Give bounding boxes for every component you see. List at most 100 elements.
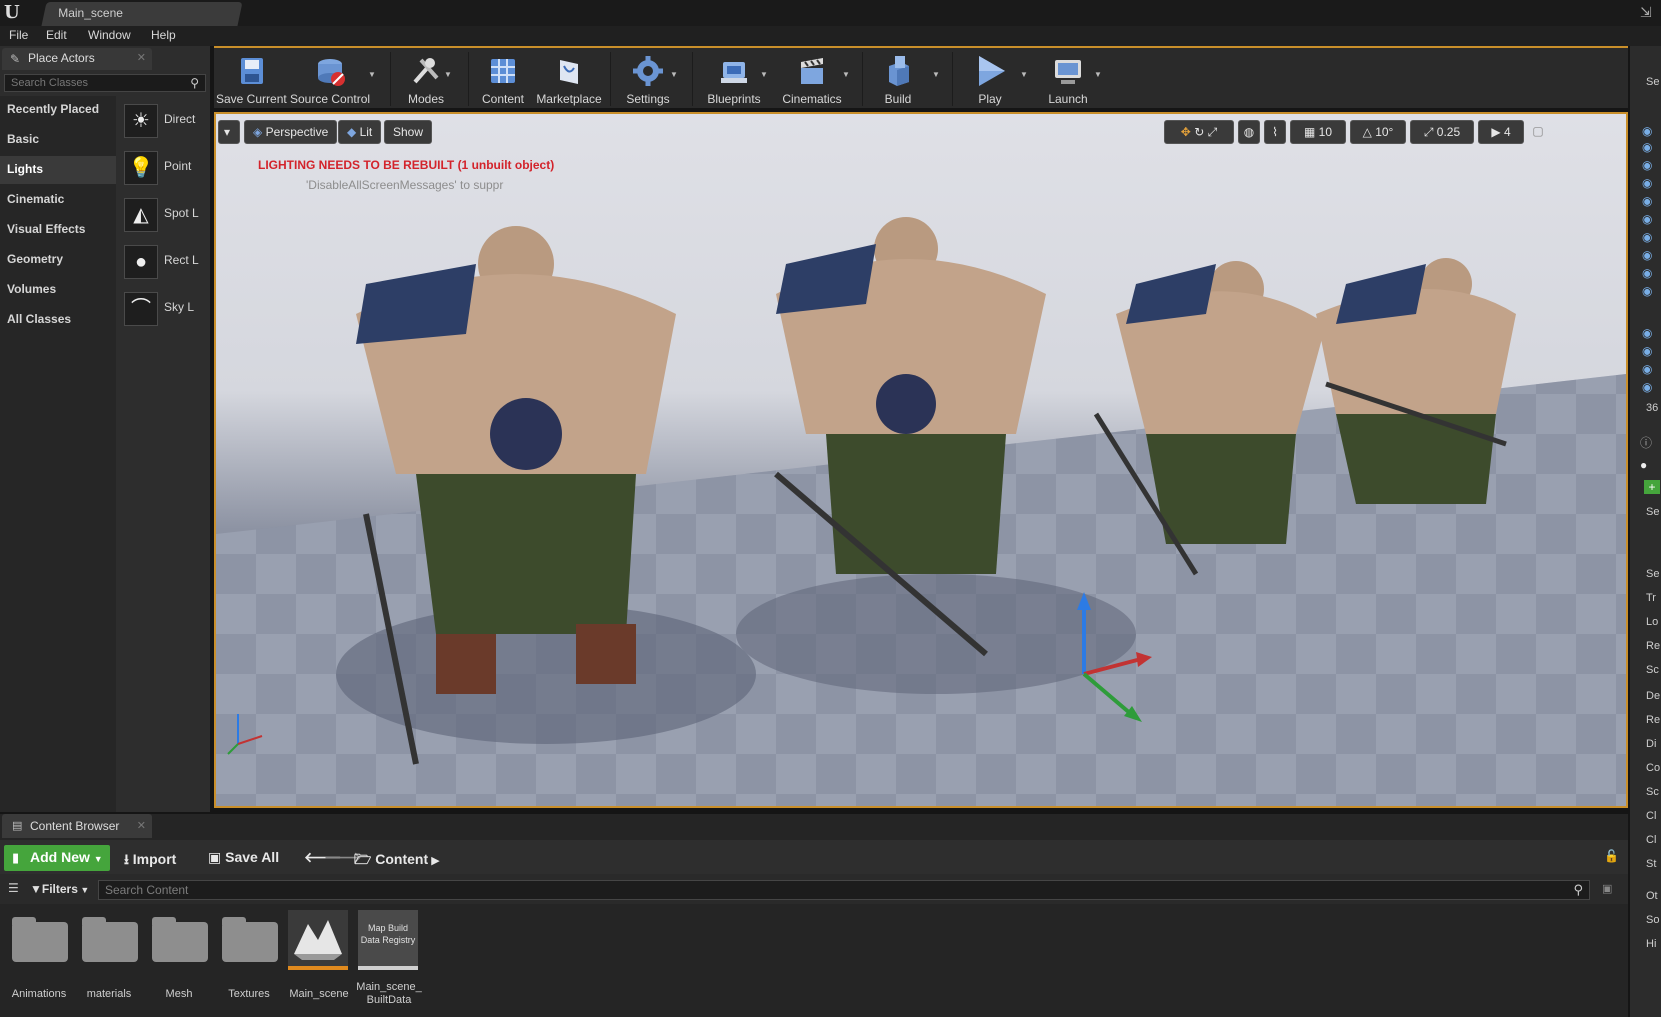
chevron-down-icon[interactable]: ▼: [842, 70, 850, 79]
visibility-eye-icon[interactable]: ◉: [1642, 362, 1652, 376]
asset-folder[interactable]: Textures: [216, 908, 282, 1008]
translate-icon[interactable]: ✥: [1181, 125, 1191, 139]
search-icon[interactable]: ⚲: [1573, 882, 1583, 898]
sources-toggle-icon[interactable]: ☰: [8, 881, 19, 895]
visibility-eye-icon[interactable]: ◉: [1642, 380, 1652, 394]
asset-folder[interactable]: materials: [76, 908, 142, 1008]
level-viewport[interactable]: ▾ ◈ Perspective ◆ Lit Show LIGHTING NEED…: [214, 112, 1628, 808]
place-actors-tab[interactable]: ✎ Place Actors ✕: [2, 48, 152, 70]
close-icon[interactable]: ✕: [137, 51, 146, 64]
details-tab-icon[interactable]: ⓘ: [1640, 434, 1652, 451]
scale-snap-control[interactable]: ⤢ 0.25: [1410, 120, 1474, 144]
close-icon[interactable]: ✕: [137, 819, 146, 832]
actor-rect-light[interactable]: ● Rect L: [124, 243, 208, 283]
visibility-eye-icon[interactable]: ◉: [1642, 284, 1652, 298]
search-icon[interactable]: ⚲: [190, 76, 199, 90]
actor-spot-light[interactable]: ◭ Spot L: [124, 196, 208, 236]
visibility-eye-icon[interactable]: ◉: [1642, 266, 1652, 280]
details-search-stub[interactable]: Se: [1646, 568, 1661, 580]
category-volumes[interactable]: Volumes: [0, 276, 116, 304]
visibility-eye-icon[interactable]: ◉: [1642, 194, 1652, 208]
save-search-icon[interactable]: ▣: [1602, 882, 1612, 895]
build-button[interactable]: Build: [870, 50, 926, 108]
chevron-down-icon[interactable]: ▼: [1020, 70, 1028, 79]
category-lights[interactable]: Lights: [0, 156, 116, 184]
maximize-viewport-icon[interactable]: ▢: [1530, 120, 1546, 144]
world-local-toggle[interactable]: ◍: [1238, 120, 1260, 144]
save-current-button[interactable]: Save Current: [216, 50, 287, 108]
rotation-snap-control[interactable]: △ 10°: [1350, 120, 1406, 144]
category-all-classes[interactable]: All Classes: [0, 306, 116, 334]
menu-file[interactable]: File: [9, 28, 28, 42]
asset-folder[interactable]: Animations: [6, 908, 72, 1008]
asset-build-data[interactable]: Map Build Data Registry Main_scene_ Buil…: [356, 908, 422, 1008]
visibility-eye-icon[interactable]: ◉: [1642, 124, 1652, 138]
launch-button[interactable]: Launch: [1036, 50, 1100, 108]
visibility-eye-icon[interactable]: ◉: [1642, 158, 1652, 172]
rotate-icon[interactable]: ↻: [1194, 125, 1204, 139]
settings-button[interactable]: Settings: [618, 50, 678, 108]
show-button[interactable]: Show: [384, 120, 433, 144]
menu-help[interactable]: Help: [151, 28, 176, 42]
actor-directional-light[interactable]: ☀ Direct: [124, 102, 208, 142]
chevron-down-icon[interactable]: ▼: [444, 70, 452, 79]
unreal-logo-icon[interactable]: U: [4, 2, 26, 24]
chevron-down-icon[interactable]: ▼: [368, 70, 376, 79]
viewport-options-button[interactable]: ▾: [218, 120, 240, 144]
content-button[interactable]: Content: [476, 50, 530, 108]
surface-snap-toggle[interactable]: ⌇: [1264, 120, 1286, 144]
asset-folder[interactable]: Mesh: [146, 908, 212, 1008]
visibility-eye-icon[interactable]: ◉: [1642, 176, 1652, 190]
category-visual-effects[interactable]: Visual Effects: [0, 216, 116, 244]
category-geometry[interactable]: Geometry: [0, 246, 116, 274]
import-button[interactable]: ⭳ Import: [124, 849, 176, 873]
blueprints-button[interactable]: Blueprints: [702, 50, 766, 108]
visibility-eye-icon[interactable]: ◉: [1642, 344, 1652, 358]
section-stub[interactable]: Tr: [1646, 592, 1661, 604]
chevron-down-icon[interactable]: ▼: [760, 70, 768, 79]
category-recently-placed[interactable]: Recently Placed: [0, 96, 116, 124]
section-stub[interactable]: Ot: [1646, 890, 1661, 902]
section-stub[interactable]: De: [1646, 690, 1661, 702]
outliner-search-stub[interactable]: Se: [1646, 76, 1661, 88]
perspective-button[interactable]: ◈ Perspective: [244, 120, 338, 144]
search-classes-input[interactable]: Search Classes ⚲: [4, 74, 206, 92]
category-basic[interactable]: Basic: [0, 126, 116, 154]
cinematics-button[interactable]: Cinematics: [780, 50, 844, 108]
chevron-down-icon[interactable]: ▼: [1094, 70, 1102, 79]
content-browser-tab[interactable]: ▤ Content Browser ✕: [2, 814, 152, 838]
camera-speed-control[interactable]: ▶ 4: [1478, 120, 1524, 144]
visibility-eye-icon[interactable]: ◉: [1642, 326, 1652, 340]
transform-mode-group[interactable]: ✥ ↻ ⤢: [1164, 120, 1234, 144]
grid-snap-control[interactable]: ▦ 10: [1290, 120, 1346, 144]
search-content-input[interactable]: Search Content ⚲: [98, 880, 1590, 900]
viewport-scene[interactable]: [216, 114, 1626, 806]
add-new-button[interactable]: ▮ Add New ▼: [4, 845, 110, 871]
filters-button[interactable]: ▼Filters ▼: [30, 882, 89, 896]
chevron-down-icon[interactable]: ▼: [670, 70, 678, 79]
source-control-button[interactable]: Source Control: [290, 50, 370, 108]
lock-icon[interactable]: 🔓: [1604, 849, 1619, 863]
visibility-eye-icon[interactable]: ◉: [1642, 140, 1652, 154]
add-component-icon[interactable]: +: [1644, 480, 1660, 494]
marketplace-button[interactable]: Marketplace: [532, 50, 606, 108]
actor-point-light[interactable]: 💡 Point: [124, 149, 208, 189]
chevron-down-icon[interactable]: ▼: [932, 70, 940, 79]
window-options-icon[interactable]: ⇲: [1640, 4, 1658, 22]
menu-edit[interactable]: Edit: [46, 28, 67, 42]
modes-button[interactable]: Modes: [396, 50, 456, 108]
menu-window[interactable]: Window: [88, 28, 131, 42]
path-breadcrumb[interactable]: 🗁 Content ▶: [354, 849, 440, 873]
asset-level[interactable]: Main_scene: [286, 908, 352, 1008]
visibility-eye-icon[interactable]: ◉: [1642, 248, 1652, 262]
lit-button[interactable]: ◆ Lit: [338, 120, 382, 144]
level-tab[interactable]: Main_scene: [41, 2, 243, 26]
category-cinematic[interactable]: Cinematic: [0, 186, 116, 214]
play-button[interactable]: Play: [960, 50, 1020, 108]
visibility-eye-icon[interactable]: ◉: [1642, 212, 1652, 226]
visibility-eye-icon[interactable]: ◉: [1642, 230, 1652, 244]
details-search-stub[interactable]: Se: [1646, 506, 1661, 518]
save-all-button[interactable]: ▣ Save All: [208, 849, 279, 866]
actor-sky-light[interactable]: ⌒ Sky L: [124, 290, 208, 330]
scale-icon[interactable]: ⤢: [1208, 125, 1218, 139]
